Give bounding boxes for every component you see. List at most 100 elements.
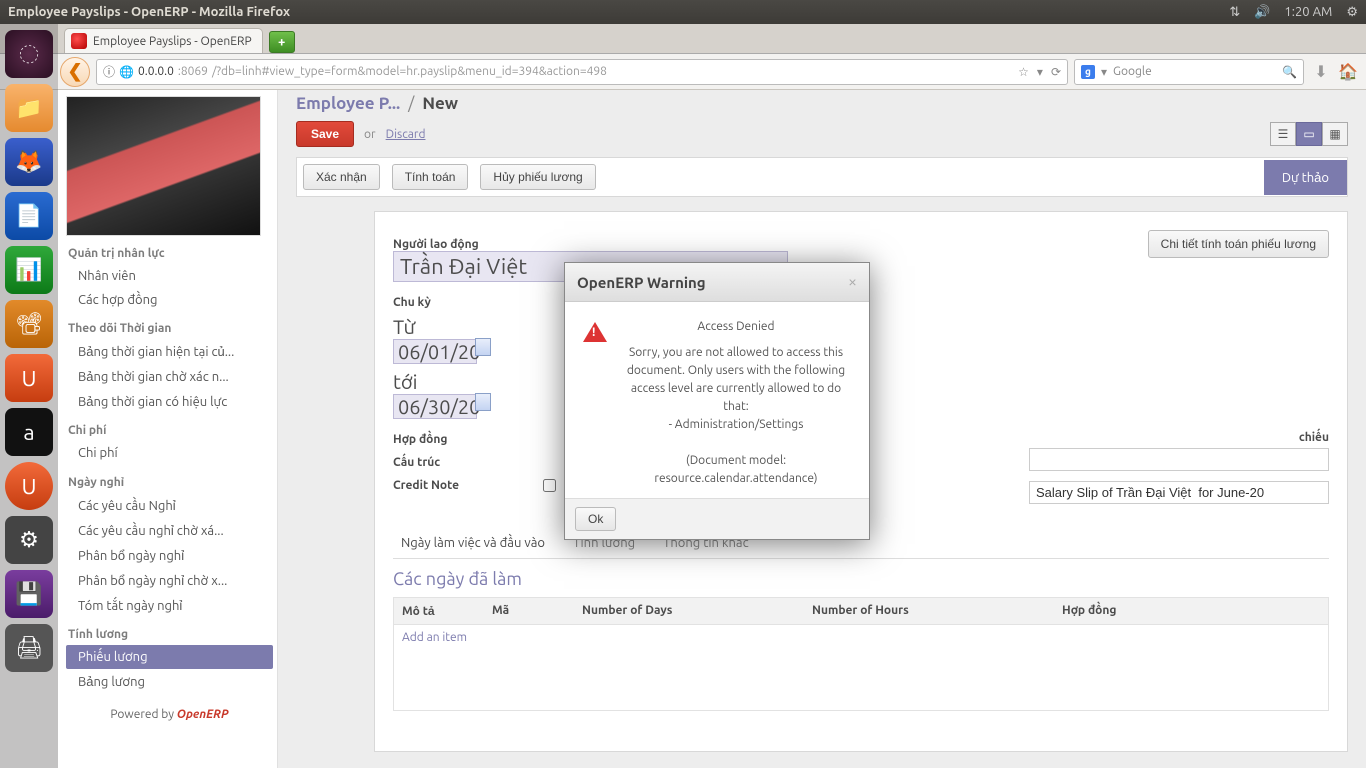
browser-tab-active[interactable]: Employee Payslips - OpenERP: [64, 28, 263, 53]
calc-icon[interactable]: 📊: [5, 246, 53, 294]
dialog-footer: Ok: [565, 498, 869, 539]
sidebar-item[interactable]: Nhân viên: [66, 264, 273, 288]
network-icon[interactable]: ⇅: [1229, 5, 1240, 20]
sidebar-item[interactable]: Các yêu cầu Nghỉ: [66, 493, 273, 518]
system-tray[interactable]: ⇅ 🔊 1:20 AM ⚙: [1229, 5, 1358, 20]
dialog-header: OpenERP Warning ×: [565, 263, 869, 302]
tab-worked-days[interactable]: Ngày làm việc và đầu vào: [401, 536, 545, 550]
firefox-icon[interactable]: 🦊: [5, 138, 53, 186]
os-menubar: Employee Payslips - OpenERP - Mozilla Fi…: [0, 0, 1366, 24]
search-icon[interactable]: 🔍: [1282, 65, 1297, 79]
reload-icon[interactable]: ⟳: [1051, 65, 1061, 79]
sidebar-category: Ngày nghỉ: [68, 475, 273, 489]
reference-label: chiếu: [1029, 431, 1329, 444]
globe-icon: 🌐: [119, 65, 134, 79]
col-days: Number of Days: [574, 598, 804, 624]
url-host: 0.0.0.0: [138, 65, 174, 78]
calendar-icon[interactable]: [475, 338, 491, 356]
date-to-input[interactable]: 06/30/20: [393, 394, 477, 419]
form-view-button[interactable]: ▭: [1296, 122, 1322, 146]
save-button[interactable]: Save: [296, 121, 354, 147]
ubuntu-one-icon[interactable]: U: [5, 462, 53, 510]
add-item-link[interactable]: Add an item: [394, 625, 1328, 650]
warning-dialog: OpenERP Warning × Access Denied Sorry, y…: [564, 262, 870, 540]
reader-icon[interactable]: ▾: [1037, 65, 1043, 79]
sidebar-category: Theo dõi Thời gian: [68, 322, 273, 335]
url-path: /?db=linh#view_type=form&model=hr.paysli…: [212, 65, 607, 78]
sidebar-item-active[interactable]: Phiếu lương: [66, 645, 273, 669]
powered-by: Powered by OpenERP: [66, 708, 273, 721]
sidebar-item[interactable]: Các yêu cầu nghỉ chờ xá...: [66, 518, 273, 543]
or-text: or: [364, 128, 376, 141]
credit-note-label: Credit Note: [393, 479, 543, 492]
printer-icon[interactable]: 🖨: [5, 624, 53, 672]
reference-input[interactable]: [1029, 448, 1329, 471]
cancel-payslip-button[interactable]: Hủy phiếu lương: [480, 164, 595, 190]
close-icon[interactable]: ×: [848, 273, 857, 291]
downloads-icon[interactable]: ⬇: [1310, 62, 1332, 81]
dialog-text: Access Denied Sorry, you are not allowed…: [621, 318, 851, 488]
compute-button[interactable]: Tính toán: [392, 164, 469, 190]
dialog-line2: - Administration/Settings: [669, 418, 804, 431]
search-dropdown-icon[interactable]: ▾: [1101, 65, 1107, 79]
identity-icon: ⓘ: [103, 63, 115, 80]
search-placeholder: Google: [1113, 65, 1152, 78]
sidebar-item[interactable]: Các hợp đồng: [66, 288, 273, 312]
confirm-button[interactable]: Xác nhận: [303, 164, 380, 190]
warning-triangle-icon: [583, 322, 607, 342]
sidebar-item[interactable]: Phân bổ ngày nghỉ chờ x...: [66, 568, 273, 593]
browser-tabstrip: Employee Payslips - OpenERP +: [0, 24, 1366, 54]
status-badge: Dự thảo: [1264, 160, 1347, 195]
volume-icon[interactable]: 🔊: [1254, 5, 1270, 20]
clock[interactable]: 1:20 AM: [1284, 5, 1332, 19]
sidebar-item[interactable]: Chi phí: [66, 441, 273, 465]
workflow-bar: Xác nhận Tính toán Hủy phiếu lương Dự th…: [296, 157, 1348, 197]
unity-launcher: ◌ 📁 🦊 📄 📊 📽 U a U ⚙ 💾 🖨: [0, 24, 58, 768]
list-view-button[interactable]: ☰: [1270, 122, 1296, 146]
structure-label: Cấu trúc: [393, 456, 543, 469]
bookmark-star-icon[interactable]: ☆: [1018, 65, 1029, 79]
files-icon[interactable]: 📁: [5, 84, 53, 132]
breadcrumb: Employee P... / New: [278, 90, 1366, 115]
system-settings-icon[interactable]: ⚙: [5, 516, 53, 564]
window-title: Employee Payslips - OpenERP - Mozilla Fi…: [8, 5, 1229, 19]
dash-icon[interactable]: ◌: [5, 30, 53, 78]
sidebar-item[interactable]: Bảng thời gian hiện tại củ...: [66, 339, 273, 364]
url-bar[interactable]: ⓘ 🌐 0.0.0.0:8069/?db=linh#view_type=form…: [96, 59, 1068, 85]
dialog-heading: Access Denied: [621, 318, 851, 336]
writer-icon[interactable]: 📄: [5, 192, 53, 240]
view-switcher: ☰ ▭ ▦: [1270, 122, 1348, 146]
sidebar-category: Quản trị nhân lực: [68, 246, 273, 260]
sidebar-item[interactable]: Bảng thời gian có hiệu lực: [66, 389, 273, 414]
new-tab-button[interactable]: +: [269, 31, 295, 53]
settings-gear-icon[interactable]: ⚙: [1346, 5, 1358, 20]
kanban-view-button[interactable]: ▦: [1322, 122, 1348, 146]
back-button[interactable]: ❮: [60, 57, 90, 87]
home-icon[interactable]: 🏠: [1338, 62, 1360, 81]
search-box[interactable]: g ▾ Google 🔍: [1074, 59, 1304, 85]
grid-empty: [394, 650, 1328, 710]
app-sidebar: Quản trị nhân lực Nhân viên Các hợp đồng…: [58, 90, 278, 768]
calendar-icon[interactable]: [475, 393, 491, 411]
section-title: Các ngày đã làm: [393, 569, 1329, 589]
disk-icon[interactable]: 💾: [5, 570, 53, 618]
impress-icon[interactable]: 📽: [5, 300, 53, 348]
col-code: Mã: [484, 598, 574, 624]
compute-details-button[interactable]: Chi tiết tính toán phiếu lương: [1148, 230, 1329, 258]
col-description: Mô tả: [394, 598, 484, 624]
sidebar-category: Tính lương: [68, 628, 273, 641]
discard-link[interactable]: Discard: [386, 128, 426, 141]
ok-button[interactable]: Ok: [575, 507, 616, 531]
breadcrumb-root[interactable]: Employee P...: [296, 94, 400, 113]
software-center-icon[interactable]: U: [5, 354, 53, 402]
sidebar-item[interactable]: Phân bổ ngày nghỉ: [66, 543, 273, 568]
sidebar-item[interactable]: Bảng lương: [66, 669, 273, 694]
payslip-name-input[interactable]: [1029, 481, 1329, 504]
sidebar-item[interactable]: Bảng thời gian chờ xác n...: [66, 364, 273, 389]
date-from-input[interactable]: 06/01/20: [393, 339, 477, 364]
dialog-body: Access Denied Sorry, you are not allowed…: [565, 302, 869, 498]
worked-days-grid: Mô tả Mã Number of Days Number of Hours …: [393, 597, 1329, 711]
credit-note-checkbox[interactable]: [543, 479, 556, 492]
sidebar-item[interactable]: Tóm tắt ngày nghỉ: [66, 593, 273, 618]
amazon-icon[interactable]: a: [5, 408, 53, 456]
